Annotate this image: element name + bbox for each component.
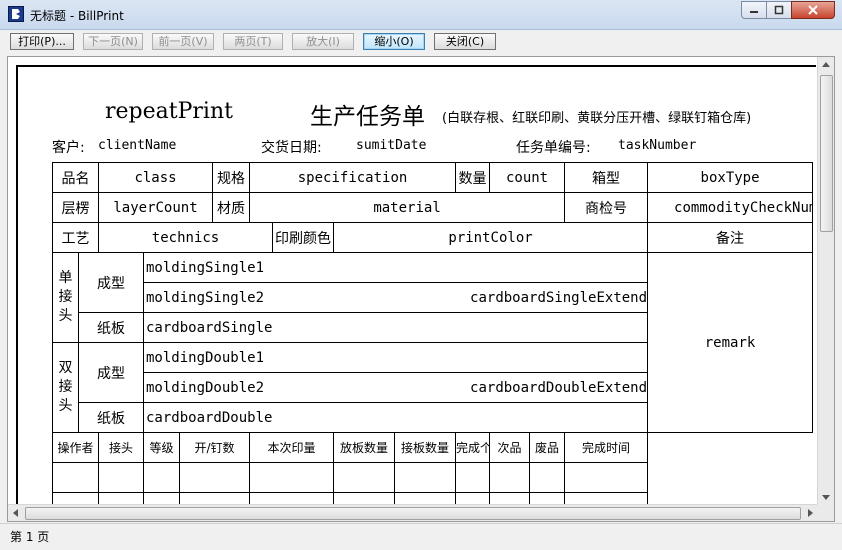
layer-value: layerCount [97, 192, 214, 223]
molding-single-2: moldingSingle2 [146, 289, 265, 306]
double-forming-label: 成型 [78, 342, 144, 403]
window-title: 无标题 - BillPrint [30, 9, 124, 23]
minimize-button[interactable] [741, 1, 767, 19]
table-row: 层楞 layerCount 材质 material 商检号 commodityC… [52, 192, 814, 223]
vertical-scroll-thumb[interactable] [820, 75, 833, 232]
material-label: 材质 [212, 192, 251, 223]
maximize-button[interactable] [766, 1, 792, 19]
molding-single-1: moldingSingle1 [142, 252, 649, 283]
cardboard-single: cardboardSingle [142, 312, 649, 343]
task-number-label: 任务单编号: [516, 140, 591, 156]
task-table: 品名 class 规格 specification 数量 count 箱型 bo… [52, 162, 814, 515]
box-type-label: 箱型 [564, 162, 649, 193]
print-preview-toolbar: 打印(P)... 下一页(N) 前一页(V) 两页(T) 放大(I) 缩小(O)… [0, 30, 842, 54]
layer-label: 层楞 [52, 192, 99, 223]
qty-label: 数量 [455, 162, 491, 193]
table-row: 工艺 technics 印刷颜色 printColor 备注 [52, 222, 814, 253]
commodity-check-label: 商检号 [564, 192, 649, 223]
client-label: 客户: [52, 140, 85, 156]
technics-value: technics [97, 222, 274, 253]
delivery-label: 交货日期: [261, 140, 322, 156]
col-board-put: 放板数量 [333, 432, 396, 463]
close-icon [808, 5, 818, 15]
horizontal-scrollbar[interactable] [8, 504, 818, 521]
doc-title-note: (白联存根、红联印刷、黄联分压开槽、绿联钉箱仓库) [442, 111, 752, 126]
doc-title-repeat: repeatPrint [105, 99, 233, 124]
horizontal-scroll-thumb[interactable] [25, 507, 801, 520]
page-indicator: 第 1 页 [10, 530, 50, 544]
title-bar: 无标题 - BillPrint [0, 0, 842, 30]
product-label: 品名 [52, 162, 99, 193]
box-type-value: boxType [647, 162, 814, 193]
scroll-down-icon[interactable] [822, 495, 830, 500]
remark-label: 备注 [647, 222, 814, 253]
two-pages-button[interactable]: 两页(T) [223, 33, 283, 50]
prev-page-button[interactable]: 前一页(V) [152, 33, 214, 50]
zoom-in-button[interactable]: 放大(I) [292, 33, 354, 50]
col-print-qty: 本次印量 [249, 432, 335, 463]
col-joint: 接头 [98, 432, 144, 463]
technics-label: 工艺 [52, 222, 99, 253]
col-open-nail: 开/钉数 [178, 432, 251, 463]
scroll-corner [817, 504, 834, 521]
table-row: 品名 class 规格 specification 数量 count 箱型 bo… [52, 162, 814, 193]
single-joint-label: 单接头 [52, 252, 79, 343]
single-forming-label: 成型 [78, 252, 144, 313]
scroll-right-icon[interactable] [808, 509, 813, 517]
operations-empty-row [52, 462, 813, 493]
col-scrap: 废品 [529, 432, 566, 463]
spec-label: 规格 [212, 162, 251, 193]
close-window-button[interactable] [791, 1, 835, 19]
minimize-icon [750, 11, 758, 13]
scroll-up-icon[interactable] [822, 62, 830, 67]
zoom-out-button[interactable]: 缩小(O) [363, 33, 425, 50]
status-bar: 第 1 页 [0, 523, 842, 550]
double-board-label: 纸板 [78, 402, 144, 433]
molding-double-1: moldingDouble1 [142, 342, 649, 373]
preview-viewport: repeatPrint 生产任务单 (白联存根、红联印刷、黄联分压开槽、绿联钉箱… [7, 56, 835, 522]
spec-value: specification [249, 162, 457, 193]
task-number-value: taskNumber [618, 138, 697, 153]
cardboard-single-extend: cardboardSingleExtend [470, 289, 648, 306]
vertical-scrollbar[interactable] [817, 57, 834, 505]
single-board-label: 纸板 [78, 312, 144, 343]
molding-double-2: moldingDouble2 [146, 379, 265, 396]
col-defective: 次品 [489, 432, 531, 463]
document-page: repeatPrint 生产任务单 (白联存根、红联印刷、黄联分压开槽、绿联钉箱… [16, 65, 816, 515]
col-board-receive: 接板数量 [394, 432, 457, 463]
client-value: clientName [98, 138, 177, 153]
delivery-value: sumitDate [356, 138, 427, 153]
cardboard-double: cardboardDouble [142, 402, 649, 433]
cardboard-double-extend: cardboardDoubleExtend [470, 379, 648, 396]
qty-value: count [489, 162, 566, 193]
scroll-left-icon[interactable] [13, 509, 18, 517]
col-operator: 操作者 [52, 432, 99, 463]
doc-title: 生产任务单 [310, 104, 425, 130]
col-finish-time: 完成时间 [564, 432, 649, 463]
col-completed: 完成个数 [455, 432, 491, 463]
next-page-button[interactable]: 下一页(N) [83, 33, 143, 50]
print-color-label: 印刷颜色 [272, 222, 335, 253]
app-icon [8, 6, 24, 22]
print-button[interactable]: 打印(P)... [10, 33, 74, 50]
close-preview-button[interactable]: 关闭(C) [434, 33, 496, 50]
col-grade: 等级 [143, 432, 180, 463]
product-value: class [97, 162, 214, 193]
double-joint-label: 双接头 [52, 342, 79, 433]
remark-value: remark [647, 252, 814, 433]
maximize-icon [774, 5, 784, 15]
operations-header-row: 操作者 接头 等级 开/钉数 本次印量 放板数量 接板数量 完成个数 次品 废品… [52, 432, 813, 463]
commodity-check-value: commodityCheckNum [647, 192, 814, 223]
print-color-value: printColor [333, 222, 649, 253]
table-row: 单接头 成型 moldingSingle1 remark [52, 252, 814, 433]
material-value: material [249, 192, 566, 223]
